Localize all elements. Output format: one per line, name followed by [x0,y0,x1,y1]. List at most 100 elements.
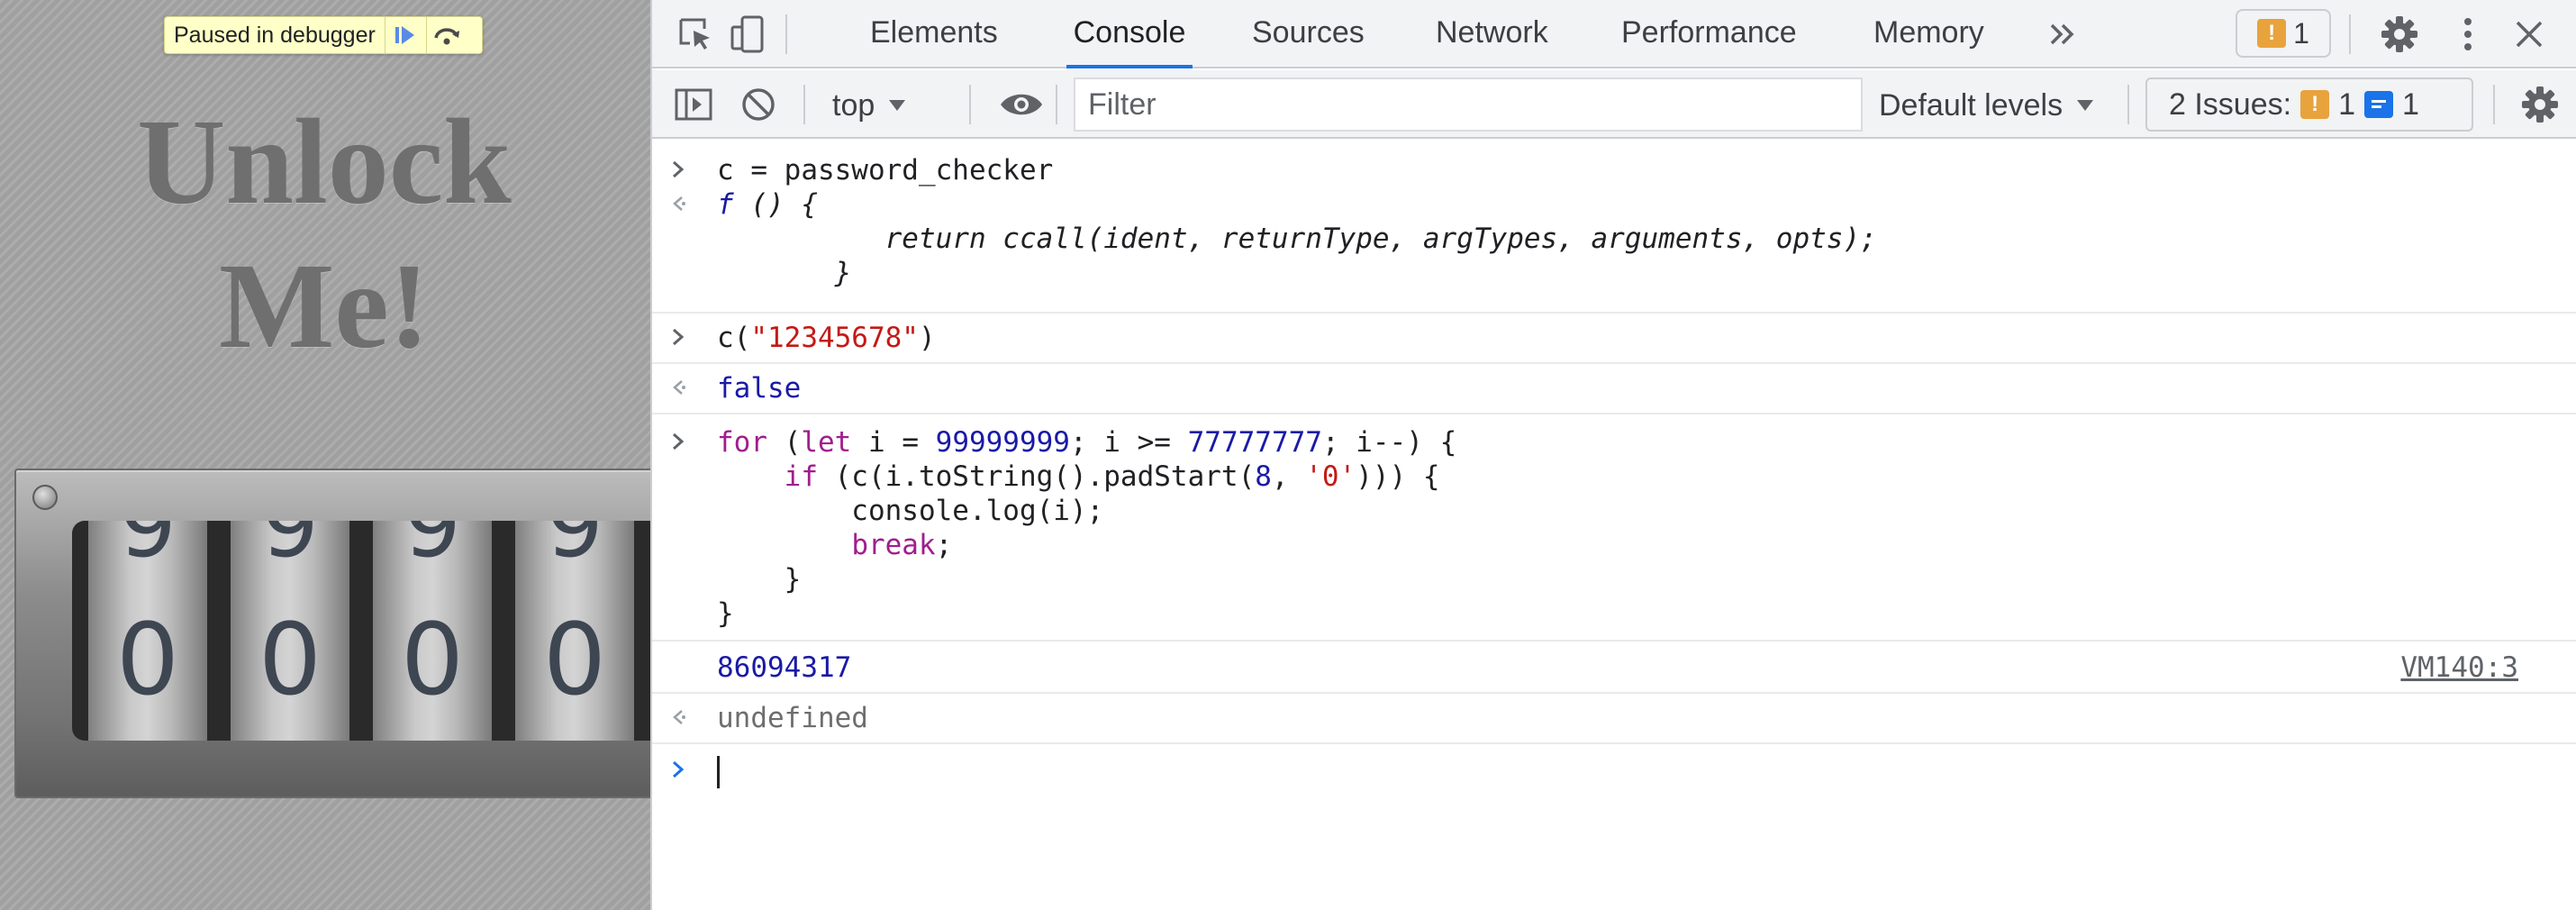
tab-performance[interactable]: Performance [1621,0,1797,68]
issues-info-count: 1 [2402,86,2419,122]
result-arrow-icon [665,701,692,735]
function-preview-line-2: return ccall(ident, returnType, argTypes… [717,223,1877,255]
console-input: c = password_checker [717,154,1054,187]
lock-dial-4[interactable]: 9 0 [515,521,634,741]
issues-label: 2 Issues: [2169,86,2292,122]
console-filter-input[interactable] [1074,77,1863,132]
live-expression-eye-icon[interactable] [998,81,1045,128]
chevron-down-icon [2077,100,2094,111]
dial-previous-digit: 9 [546,521,603,578]
console-entry: c = password_checker f () { return ccall… [652,141,2576,314]
toolbar-divider [1056,85,1057,124]
console-entry: false [652,364,2576,414]
console-result-function[interactable]: f () { [717,187,818,222]
text-caret [717,755,720,788]
tab-elements[interactable]: Elements [870,0,998,68]
title-line-2: Me! [218,239,430,374]
chevron-down-icon [889,100,906,111]
dial-current-digit: 0 [401,602,464,717]
page-title: Unlock Me! [72,90,576,378]
dial-current-digit: 0 [543,602,606,717]
warning-icon: ! [2257,19,2287,48]
toolbar-divider [2127,85,2129,124]
number-literal: 99999999 [935,426,1070,459]
string-literal: "12345678" [750,322,919,354]
toolbar-divider [785,14,787,54]
more-options-icon[interactable] [2444,11,2491,58]
toolbar-divider [803,85,805,124]
result-arrow-icon [665,187,692,222]
code-line-4: break; [717,528,952,562]
console-result-undefined: undefined [717,702,868,734]
source-location-link[interactable]: VM140:3 [2400,651,2518,685]
console-prompt-input[interactable] [717,753,720,788]
tab-console[interactable]: Console [1066,0,1193,68]
prompt-chevron-icon [665,753,692,787]
paused-in-debugger-banner: Paused in debugger [164,16,483,54]
dial-current-digit: 0 [116,602,179,717]
tab-memory[interactable]: Memory [1873,0,1984,68]
lock-dial-1[interactable]: 9 0 [88,521,207,741]
function-preview-line-1: () { [733,188,818,221]
lock-dial-2[interactable]: 9 0 [231,521,349,741]
console-entry: undefined [652,694,2576,744]
log-levels-select[interactable]: Default levels [1879,83,2095,128]
lock-dial-3[interactable]: 9 0 [373,521,492,741]
console-log-message: 86094317 VM140:3 [652,642,2576,694]
warning-icon: ! [2300,90,2330,119]
code-token: ( [767,426,802,459]
number-literal: 77777777 [1187,426,1322,459]
code-line-6: } [717,597,734,630]
issues-badge[interactable]: ! 1 [2236,9,2331,58]
chevron-double-right-icon[interactable] [2039,11,2086,58]
inspect-element-icon[interactable] [672,11,719,58]
tab-sources[interactable]: Sources [1252,0,1365,68]
code-token: i = [851,426,936,459]
function-preview-line-3: } [717,257,852,289]
console-input: c("12345678") [717,321,936,355]
code-token: ) [918,322,936,354]
title-line-1: Unlock [137,95,512,230]
keyword: for [717,426,767,459]
javascript-context-select[interactable]: top [832,83,907,128]
console-settings-gear-icon[interactable] [2517,81,2563,128]
dial-window: 9 0 9 0 9 0 9 0 [72,521,650,741]
close-icon[interactable] [2506,11,2553,58]
toolbar-divider [2493,85,2495,124]
tab-network[interactable]: Network [1436,0,1548,68]
show-sidebar-icon[interactable] [670,81,717,128]
code-line-1: for (let i = 99999999; i >= 77777777; i-… [717,425,1456,460]
input-prompt-chevron-icon [665,153,692,187]
code-token: , [1271,460,1306,493]
string-literal: '0' [1305,460,1356,493]
message-info-icon [2364,91,2393,118]
device-toolbar-icon[interactable] [724,11,771,58]
console-toolbar: top Default levels 2 Issues: ! 1 1 [652,70,2576,139]
combination-lock: 9 0 9 0 9 0 9 0 [14,469,650,798]
dial-previous-digit: 9 [261,521,319,578]
issues-counter-button[interactable]: 2 Issues: ! 1 1 [2145,77,2473,132]
devtools-panel: Elements Console Sources Network Perform… [650,0,2576,910]
console-entry: for (let i = 99999999; i >= 77777777; i-… [652,414,2576,642]
levels-value: Default levels [1879,87,2064,123]
toolbar-divider [2349,14,2351,54]
context-value: top [832,87,875,123]
console-prompt[interactable] [652,744,2576,798]
code-token: ))) { [1356,460,1440,493]
console-messages[interactable]: c = password_checker f () { return ccall… [652,141,2576,910]
keyword: let [801,426,852,459]
code-token: ; i >= [1069,426,1188,459]
settings-gear-icon[interactable] [2376,11,2423,58]
function-marker: f [717,188,734,221]
clear-console-icon[interactable] [735,81,782,128]
resume-icon[interactable] [384,17,426,53]
dial-previous-digit: 9 [404,521,461,578]
step-over-icon[interactable] [425,17,467,53]
code-token: (c(i.toString().padStart( [817,460,1256,493]
code-line-2: if (c(i.toString().padStart(8, '0'))) { [717,460,1440,494]
inspected-page: Paused in debugger Unlock Me! 9 0 9 0 9 … [0,0,650,910]
code-line-5: } [717,563,802,596]
result-arrow-icon [665,371,692,405]
keyword: if [784,460,818,493]
